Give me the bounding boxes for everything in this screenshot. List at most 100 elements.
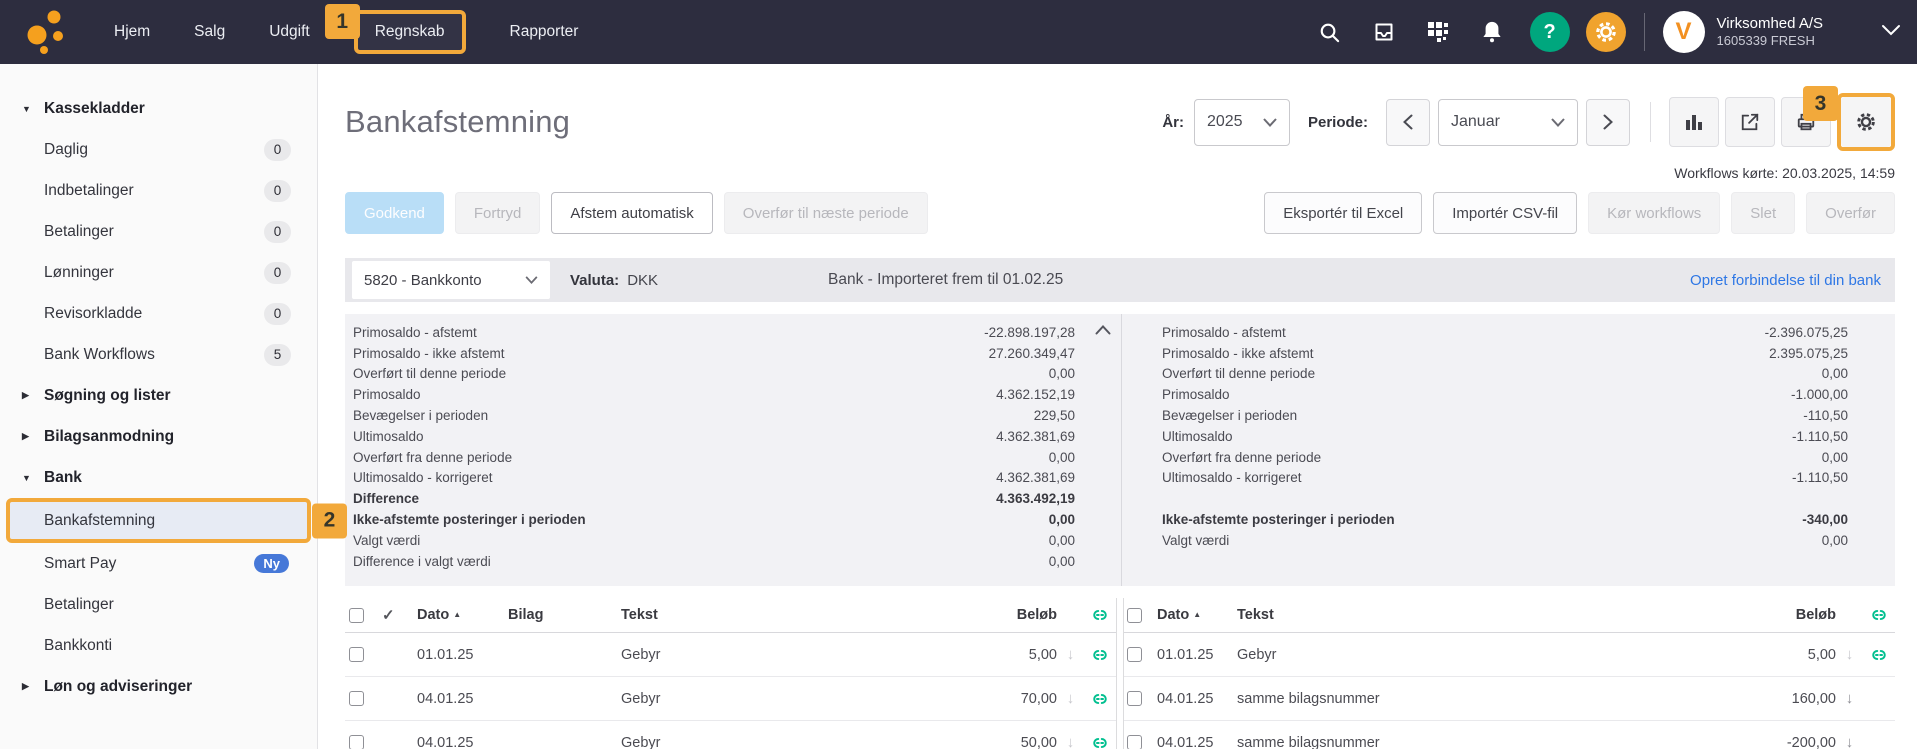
caret-right-icon: ▶ [22,431,29,441]
reconciled-check-icon[interactable]: ✓ [382,606,417,624]
inbox-icon[interactable] [1372,20,1396,44]
sidebar-item-revisorkladde[interactable]: Revisorkladde 0 [0,293,317,334]
sidebar-section-label: Kassekladder [44,99,145,117]
cell-beloeb: 50,00 [1020,734,1057,749]
sidebar-section-soegning-og-lister[interactable]: ▶ Søgning og lister [0,375,317,416]
table-row: 04.01.25 samme bilagsnummer -200,00 ↓ [1124,721,1895,749]
caret-down-icon: ▼ [22,472,31,483]
company-avatar[interactable]: V [1662,11,1705,53]
row-checkbox[interactable] [1127,735,1142,749]
table-row: 04.01.25 Gebyr 70,00 ↓ [345,677,1116,721]
sidebar-section-bank[interactable]: ▼ Bank [0,457,317,498]
help-icon[interactable]: ? [1529,12,1570,52]
sidebar-item-indbetalinger[interactable]: Indbetalinger 0 [0,170,317,211]
reconciliation-summary: Primosaldo - afstemt -22.898.197,28 Primo… [345,314,1895,586]
row-checkbox[interactable] [1127,647,1142,662]
summary-row: Primosaldo - afstemt -22.898.197,28 [353,324,1075,340]
eksporter-excel-button[interactable]: Eksportér til Excel [1264,192,1423,234]
action-toolbar: Godkend Fortryd Afstem automatisk Overfø… [345,192,1895,234]
slet-button[interactable]: Slet [1731,192,1796,234]
chart-button[interactable] [1669,97,1719,147]
row-checkbox[interactable] [349,647,364,662]
column-header-dato[interactable]: Dato ▲ [1157,607,1237,623]
move-down-icon[interactable]: ↓ [1836,646,1863,663]
next-period-button[interactable] [1586,98,1630,146]
godkend-button[interactable]: Godkend [345,192,444,234]
period-select[interactable]: Januar [1438,98,1578,146]
sidebar-section-bilagsanmodning[interactable]: ▶ Bilagsanmodning [0,416,317,457]
cell-beloeb: 70,00 [1020,690,1057,707]
sidebar-section-loen-og-adviseringer[interactable]: ▶ Løn og adviseringer [0,666,317,707]
summary-row-difference: Difference 4.363.492,19 [353,491,1075,507]
annotation-badge-1: 1 [324,4,360,39]
year-select[interactable]: 2025 [1193,98,1290,146]
collapse-summary-icon[interactable] [1095,322,1111,340]
row-checkbox[interactable] [349,735,364,749]
search-icon[interactable] [1318,20,1342,44]
nav-item-regnskab[interactable]: Regnskab [375,23,445,41]
bell-icon[interactable] [1480,20,1504,44]
move-down-icon[interactable]: ↓ [1057,646,1084,663]
ledger-entries-table: Dato▲ Tekst Beløb 01.01.25 Gebyr 5,00 ↓ [1123,598,1895,749]
summary-row: Overført fra denne periode 0,00 [1162,449,1848,465]
match-link-icon[interactable] [1084,647,1116,663]
count-badge: 0 [264,302,291,325]
open-in-new-button[interactable] [1725,97,1775,147]
column-header-bilag: Bilag [508,607,544,623]
nav-item-salg[interactable]: Salg [194,23,225,41]
koer-workflows-button[interactable]: Kør workflows [1588,192,1721,234]
column-header-dato[interactable]: Dato ▲ [417,607,508,623]
nav-item-rapporter[interactable]: Rapporter [510,23,579,41]
move-down-icon[interactable]: ↓ [1057,690,1084,707]
bank-account-select[interactable]: 5820 - Bankkonto [352,261,550,299]
match-link-icon[interactable] [1084,691,1116,707]
annotation-badge-3: 3 [1803,86,1838,121]
chevron-down-icon[interactable] [1881,23,1901,41]
sidebar-item-bankafstemning[interactable]: Bankafstemning 2 [6,498,347,543]
company-info[interactable]: Virksomhed A/S 1605339 FRESH [1717,15,1823,50]
match-link-icon[interactable] [1863,607,1895,623]
summary-row: Overført til denne periode 0,00 [1162,366,1848,382]
count-badge: 0 [264,138,291,161]
match-link-icon[interactable] [1084,735,1116,749]
sidebar-item-betalinger[interactable]: Betalinger [0,584,317,625]
currency-label: Valuta: [570,271,620,289]
cell-beloeb: 5,00 [1028,646,1057,663]
sidebar-item-label: Bank Workflows [44,345,155,363]
select-all-checkbox[interactable] [1127,607,1142,623]
summary-row: Primosaldo 4.362.152,19 [353,387,1075,403]
apps-grid-icon[interactable] [1426,20,1450,44]
settings-icon[interactable] [1585,12,1626,52]
settings-button[interactable] [1841,97,1891,147]
move-down-icon[interactable]: ↓ [1836,690,1863,707]
sidebar-item-loenninger[interactable]: Lønninger 0 [0,252,317,293]
match-link-icon[interactable] [1084,607,1116,623]
row-checkbox[interactable] [349,691,364,706]
sidebar-section-label: Bilagsanmodning [44,427,175,445]
select-all-checkbox[interactable] [349,607,364,623]
match-link-icon[interactable] [1863,647,1895,663]
overfoer-naeste-periode-button[interactable]: Overfør til næste periode [723,192,928,234]
sidebar-item-bankkonti[interactable]: Bankkonti [0,625,317,666]
cell-dato: 04.01.25 [1157,690,1214,707]
connect-bank-link[interactable]: Opret forbindelse til din bank [1690,272,1881,289]
overfoer-button[interactable]: Overfør [1806,192,1895,234]
sidebar-section-kassekladder[interactable]: ▼ Kassekladder [0,88,317,129]
nav-item-hjem[interactable]: Hjem [114,23,150,41]
row-checkbox[interactable] [1127,691,1142,706]
fortryd-button[interactable]: Fortryd [454,192,541,234]
table-row: 01.01.25 Gebyr 5,00 ↓ [1124,633,1895,677]
sidebar-item-daglig[interactable]: Daglig 0 [0,129,317,170]
sidebar-item-betalinger-kladde[interactable]: Betalinger 0 [0,211,317,252]
summary-row: Bevægelser i perioden 229,50 [353,408,1075,424]
sidebar-item-smart-pay[interactable]: Smart Pay Ny [0,543,317,584]
cell-tekst: samme bilagsnummer [1237,690,1380,707]
app-logo[interactable] [22,5,70,59]
move-down-icon[interactable]: ↓ [1057,734,1084,749]
move-down-icon[interactable]: ↓ [1836,734,1863,749]
previous-period-button[interactable] [1386,98,1430,146]
importer-csv-button[interactable]: Importér CSV-fil [1433,192,1578,234]
sidebar-item-bank-workflows[interactable]: Bank Workflows 5 [0,334,317,375]
nav-item-udgift[interactable]: Udgift [269,23,310,41]
afstem-automatisk-button[interactable]: Afstem automatisk [551,192,713,234]
